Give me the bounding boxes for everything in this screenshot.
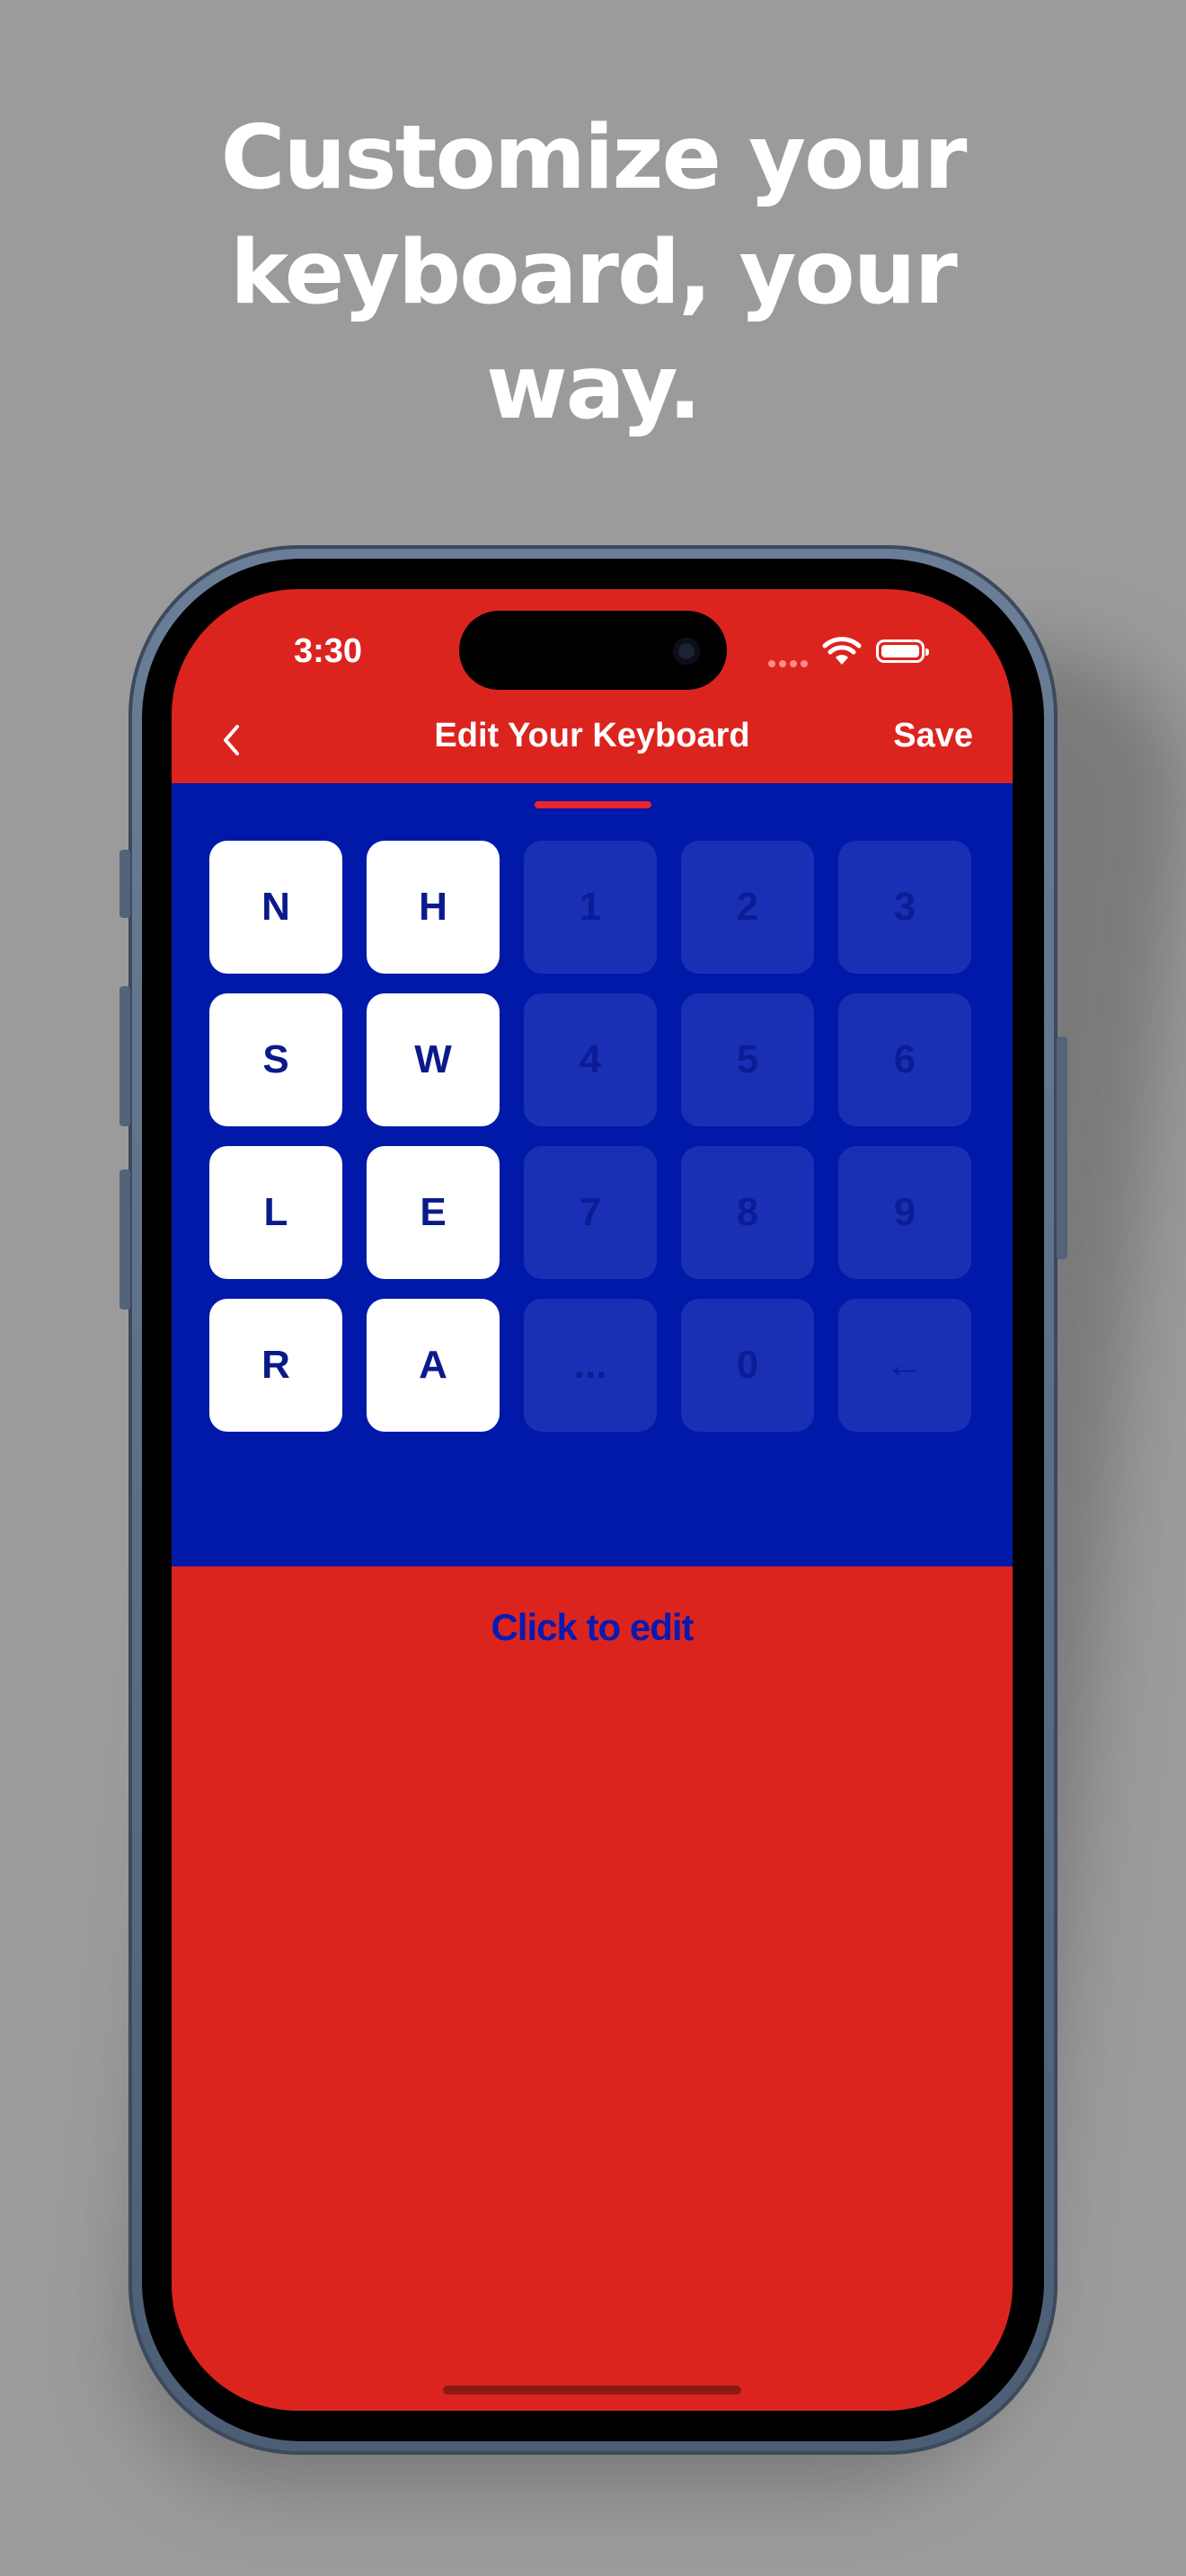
phone-screen: 3:30 Edit Your Keyboard Save NH123 SW456 L…	[172, 589, 1013, 2411]
battery-icon	[876, 640, 929, 663]
headline: Customize your keyboard, your way.	[0, 101, 1186, 446]
key-r[interactable]: R	[209, 1299, 342, 1432]
camera-icon	[673, 638, 700, 665]
key-n[interactable]: N	[209, 841, 342, 974]
key-9[interactable]: 9	[838, 1146, 971, 1279]
key-3[interactable]: 3	[838, 841, 971, 974]
keyboard-panel: N H 1 2 3 S W 4 5 6 L E 7 8 9 R A... 0 ←	[172, 783, 1013, 1566]
cellular-signal-icon	[768, 656, 811, 667]
headline-line-3: way.	[486, 337, 702, 439]
phone-button-volume-down	[119, 1169, 130, 1310]
drag-handle[interactable]	[535, 801, 651, 808]
key-s[interactable]: S	[209, 993, 342, 1126]
nav-bar: Edit Your Keyboard Save	[172, 697, 1013, 783]
key-h[interactable]: H	[367, 841, 500, 974]
key-8[interactable]: 8	[681, 1146, 814, 1279]
page-title: Edit Your Keyboard	[434, 717, 750, 754]
home-indicator	[443, 2386, 741, 2395]
status-bar: 3:30	[172, 589, 1013, 697]
key-2[interactable]: 2	[681, 841, 814, 974]
key-0[interactable]: 0	[681, 1299, 814, 1432]
status-time: 3:30	[294, 632, 363, 670]
click-to-edit-label[interactable]: Click to edit	[172, 1606, 1013, 1649]
phone-button-mute	[119, 850, 130, 918]
headline-line-1: Customize your	[220, 107, 968, 209]
wifi-icon	[822, 636, 865, 668]
key-1[interactable]: 1	[524, 841, 657, 974]
key-ellipsis[interactable]: ...	[524, 1299, 657, 1432]
phone-button-volume-up	[119, 986, 130, 1126]
key-a[interactable]: A	[367, 1299, 500, 1432]
headline-line-2: keyboard, your	[230, 222, 958, 324]
key-w[interactable]: W	[367, 993, 500, 1126]
phone-button-power	[1057, 1037, 1067, 1259]
save-button[interactable]: Save	[893, 717, 973, 755]
key-6[interactable]: 6	[838, 993, 971, 1126]
key-5[interactable]: 5	[681, 993, 814, 1126]
key-4[interactable]: 4	[524, 993, 657, 1126]
key-7[interactable]: 7	[524, 1146, 657, 1279]
key-l[interactable]: L	[209, 1146, 342, 1279]
key-grid: N H 1 2 3 S W 4 5 6 L E 7 8 9 R A... 0 ←	[209, 841, 971, 1432]
dynamic-island	[459, 611, 727, 690]
key-e[interactable]: E	[367, 1146, 500, 1279]
key-backspace[interactable]: ←	[838, 1299, 971, 1432]
